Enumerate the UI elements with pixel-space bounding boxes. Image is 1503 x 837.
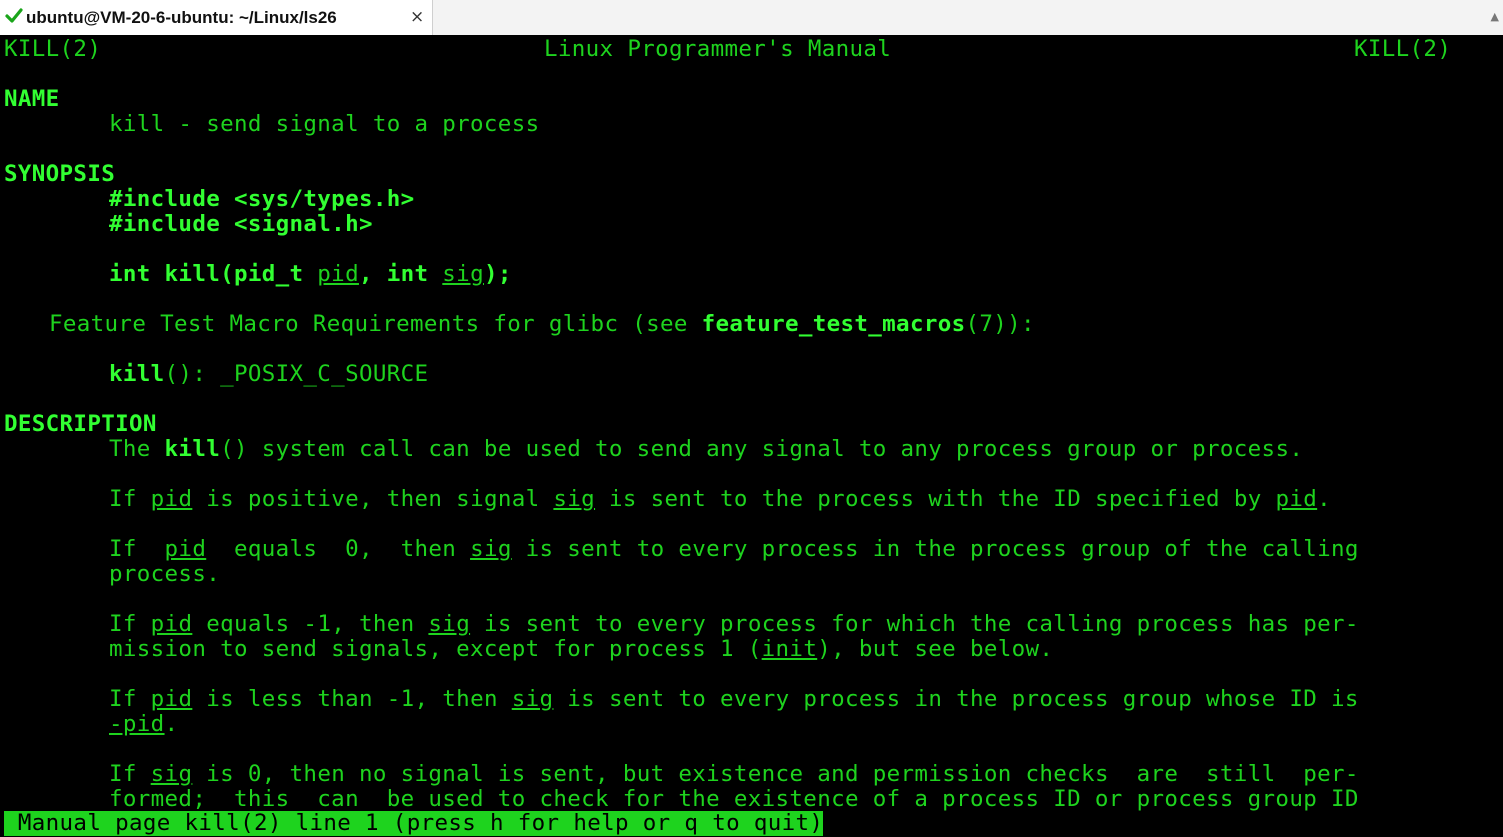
tab-bar: ubuntu@VM-20-6-ubuntu: ~/Linux/ls26 × ▲ bbox=[0, 0, 1503, 36]
desc-paragraph-3-line-1: If pid equals 0, then sig is sent to eve… bbox=[109, 536, 1359, 562]
synopsis-prototype: int kill(pid_t pid, int sig); bbox=[109, 261, 512, 287]
desc-paragraph-4-line-2: mission to send signals, except for proc… bbox=[109, 636, 1054, 662]
feature-test-macro-line: Feature Test Macro Requirements for glib… bbox=[49, 311, 1035, 337]
pager-status-bar: Manual page kill(2) line 1 (press h for … bbox=[4, 810, 824, 836]
terminal-area[interactable]: KILL(2) Linux Programmer's Manual KILL(2… bbox=[0, 35, 1503, 837]
synopsis-include-signal: #include <signal.h> bbox=[109, 211, 373, 237]
man-header-right: KILL(2) bbox=[1354, 36, 1452, 62]
name-description: kill - send signal to a process bbox=[109, 111, 540, 137]
section-synopsis-heading: SYNOPSIS bbox=[4, 161, 116, 187]
terminal-tab[interactable]: ubuntu@VM-20-6-ubuntu: ~/Linux/ls26 × bbox=[0, 0, 433, 35]
desc-paragraph-4-line-1: If pid equals -1, then sig is sent to ev… bbox=[109, 611, 1359, 637]
section-description-heading: DESCRIPTION bbox=[4, 411, 157, 437]
desc-paragraph-3-line-2: process. bbox=[109, 561, 221, 587]
kill-posix-source: kill(): _POSIX_C_SOURCE bbox=[109, 361, 429, 387]
desc-paragraph-5-line-2: -pid. bbox=[109, 711, 179, 737]
tab-title: ubuntu@VM-20-6-ubuntu: ~/Linux/ls26 bbox=[26, 8, 337, 27]
desc-paragraph-2: If pid is positive, then signal sig is s… bbox=[109, 486, 1332, 512]
desc-paragraph-1: The kill() system call can be used to se… bbox=[109, 436, 1304, 462]
section-name-heading: NAME bbox=[4, 86, 60, 112]
desc-paragraph-6-line-1: If sig is 0, then no signal is sent, but… bbox=[109, 761, 1359, 787]
synopsis-include-types: #include <sys/types.h> bbox=[109, 186, 415, 212]
scroll-up-icon[interactable]: ▲ bbox=[1491, 10, 1499, 23]
man-header-left: KILL(2) bbox=[4, 36, 102, 62]
close-tab-icon[interactable]: × bbox=[410, 7, 424, 27]
desc-paragraph-5-line-1: If pid is less than -1, then sig is sent… bbox=[109, 686, 1359, 712]
check-icon bbox=[5, 8, 23, 23]
man-header-center: Linux Programmer's Manual bbox=[544, 36, 892, 62]
desc-paragraph-6-line-2: formed; this can be used to check for th… bbox=[109, 786, 1359, 812]
